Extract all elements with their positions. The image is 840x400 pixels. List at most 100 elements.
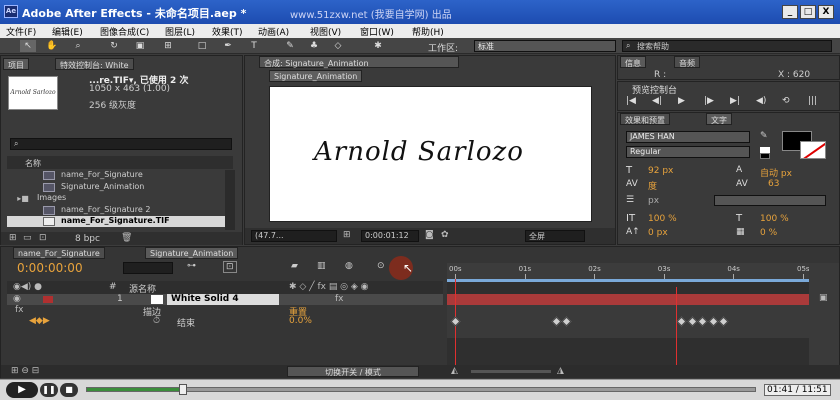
property-value[interactable]: 0.0% [289,316,312,326]
fx-switch[interactable]: fx [335,294,344,304]
layer-duration-bar[interactable] [447,294,809,305]
property-row[interactable]: ◀◆▶ ⏱ 结束 0.0% [7,316,443,329]
interpret-footage-icon[interactable]: ⊞ [9,233,17,243]
baseline-shift-value[interactable]: 0 px [648,228,668,238]
prev-frame-icon[interactable]: ◀| [652,96,662,106]
project-list-item[interactable]: Signature_Animation [7,182,225,193]
zoom-out-icon[interactable]: ◭ [451,366,458,376]
play-preview-icon[interactable]: ▶ [678,96,685,106]
text-tool-icon[interactable]: T [246,40,262,52]
bit-depth-label[interactable]: 8 bpc [75,234,100,244]
horizontal-scale-value[interactable]: 100 % [760,214,789,224]
timeline-timecode[interactable]: 0:00:00:00 [17,261,83,275]
expand-collapse-icon[interactable]: ⊞ ⊖ ⊟ [11,366,39,376]
tab-effect-controls[interactable]: 特效控制台: White [55,58,134,70]
hand-tool-icon[interactable]: ✋ [44,40,60,52]
eyedropper-icon[interactable]: ✎ [760,131,768,141]
keyframe-navigator-icon[interactable]: ◀◆▶ [29,316,50,326]
tab-character[interactable]: 文字 [706,113,732,125]
menu-animation[interactable]: 动画(A) [258,25,289,38]
play-button[interactable]: ▶ [6,382,38,398]
first-frame-icon[interactable]: |◀ [626,96,636,106]
loop-icon[interactable]: ⟲ [782,96,790,106]
player-progress-track[interactable] [86,384,756,395]
eraser-tool-icon[interactable]: ◇ [330,40,346,52]
label-color-swatch[interactable] [43,296,53,303]
draft-3d-icon[interactable]: ▰ [291,261,298,271]
toggle-switches-modes-button[interactable]: 切换开关 / 模式 [287,366,419,377]
clone-stamp-tool-icon[interactable]: ♣ [306,40,322,52]
view-mode-select[interactable]: 全屏 [525,230,585,242]
project-list-item[interactable]: name_For_Signature 2 [7,205,225,216]
menu-window[interactable]: 窗口(W) [360,25,394,38]
tab-composition[interactable]: 合成: Signature_Animation [259,56,459,68]
pen-tool-icon[interactable]: ✒ [220,40,236,52]
mask-tool-icon[interactable]: □ [194,40,210,52]
audio-icon[interactable]: ◀) [756,96,766,106]
motion-blur-icon[interactable]: ◍ [345,261,353,271]
tab-effects-presets[interactable]: 效果和预置 [620,113,670,125]
stroke-width-unit[interactable]: px [648,196,659,206]
hide-shy-icon[interactable]: ▥ [317,261,326,271]
comp-viewer[interactable]: Arnold Sarlozo [269,86,592,222]
stroke-order-select[interactable] [714,195,826,206]
tab-project[interactable]: 项目 [3,58,29,70]
timeline-track-area[interactable]: 00s 01s 02s 03s 04s 05s [447,263,809,367]
safe-zones-icon[interactable]: ⊞ [343,230,351,240]
close-button[interactable]: X [818,5,834,19]
effect-row[interactable]: fx 描边 重置 [7,305,443,318]
menu-effect[interactable]: 效果(T) [212,25,243,38]
font-size-value[interactable]: 92 px [648,166,673,176]
menu-edit[interactable]: 编辑(E) [52,25,83,38]
timeline-search-input[interactable] [123,262,173,274]
menu-help[interactable]: 帮助(H) [412,25,444,38]
trash-icon[interactable]: 🗑 [121,233,132,243]
selection-tool-icon[interactable]: ↖ [20,40,36,52]
black-swatch[interactable] [760,153,770,159]
project-scrollbar[interactable] [225,170,235,230]
layer-name[interactable]: White Solid 4 [167,294,279,305]
tab-info[interactable]: 信息 [620,56,646,68]
timeline-tab-signature-animation[interactable]: Signature_Animation [145,247,239,259]
font-style-select[interactable]: Regular [626,146,750,158]
stopwatch-icon[interactable]: ⏱ [153,316,160,326]
live-update-icon[interactable]: ⊡ [223,261,237,273]
pan-behind-tool-icon[interactable]: ⊞ [160,40,176,52]
visibility-icon[interactable]: ◉ [13,294,21,304]
menu-file[interactable]: 文件(F) [6,25,36,38]
comp-mini-flowchart-icon[interactable]: ⊶ [187,261,196,271]
new-comp-icon[interactable]: ⊡ [39,233,47,243]
comp-subtab[interactable]: Signature_Animation [269,70,363,82]
project-list-item[interactable]: name_For_Signature [7,170,225,181]
kerning-value[interactable]: 度 [648,179,657,192]
last-frame-icon[interactable]: ▶| [730,96,740,106]
restore-button[interactable]: □ [800,5,816,19]
stop-button[interactable]: ■ [60,383,78,397]
timeline-zoom-slider[interactable] [471,370,551,373]
search-help-input[interactable]: 搜索帮助 [622,40,832,52]
comp-timecode[interactable]: 0:00:01:12 [361,230,419,242]
menu-view[interactable]: 视图(V) [310,25,341,38]
workspace-select[interactable]: 标准 [474,40,616,52]
project-list-item[interactable]: name_For_Signature.TIF [7,216,225,227]
rotate-tool-icon[interactable]: ↻ [106,40,122,52]
show-channel-icon[interactable]: ✿ [441,230,449,240]
font-family-select[interactable]: JAMES HAN [626,131,750,143]
zoom-tool-icon[interactable]: ⌕ [70,40,86,52]
new-folder-icon[interactable]: ▭ [23,233,32,243]
menu-composition[interactable]: 图像合成(C) [100,25,149,38]
layer-row[interactable]: ◉ 1 White Solid 4 fx [7,294,443,305]
timeline-tab-name-for-signature[interactable]: name_For_Signature [13,247,105,259]
vertical-scale-value[interactable]: 100 % [648,214,677,224]
tab-audio[interactable]: 音频 [674,56,700,68]
stroke-color-swatch[interactable] [800,141,826,159]
camera-tool-icon[interactable]: ▣ [132,40,148,52]
leading-value[interactable]: 自动 px [760,166,792,179]
brush-tool-icon[interactable]: ✎ [282,40,298,52]
ram-preview-icon[interactable]: ||| [808,96,817,106]
graph-editor-icon[interactable]: ⊙ [377,261,385,271]
work-area-bar[interactable] [447,279,809,282]
zoom-in-icon[interactable]: ◮ [557,366,564,376]
player-progress-handle[interactable] [178,384,187,395]
magnification-select[interactable]: (47.7... [251,230,337,242]
